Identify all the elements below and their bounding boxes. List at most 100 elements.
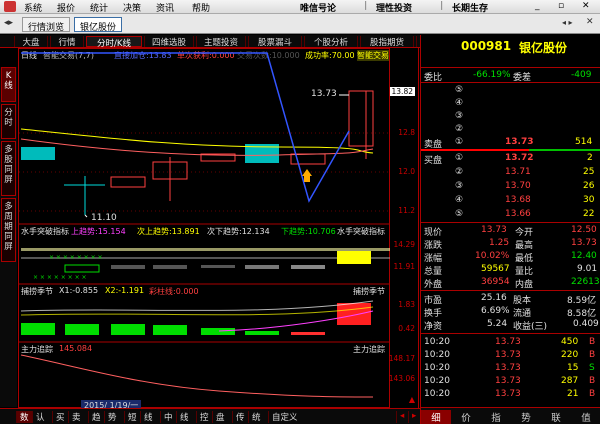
btab-zhong[interactable]: 中	[160, 411, 176, 423]
app-logo-icon	[4, 1, 16, 12]
buy-4-price: 13.68	[505, 195, 531, 205]
ftab-quote[interactable]: 行情	[50, 36, 84, 48]
buy-level-4: ④	[455, 195, 464, 205]
stat-value: 10.02%	[475, 251, 510, 261]
menu-bar: 系统 报价 统计 决策 资讯 帮助 唯信号论 | 理性投资 | 长期生存 _ ▫…	[0, 0, 600, 14]
menu-statistics[interactable]: 统计	[90, 1, 108, 14]
ftab-analysis[interactable]: 个股分析	[304, 36, 358, 48]
ftab-market[interactable]: 大盘	[14, 36, 48, 48]
btab-custom[interactable]: 自定义	[268, 411, 301, 423]
slogan-3: 长期生存	[452, 4, 489, 14]
tick-volume: 15	[567, 363, 579, 373]
scroll-left-icon[interactable]: ◂	[396, 411, 407, 423]
axis-label: 148.17	[388, 354, 415, 363]
sell-level-3: ③	[455, 111, 464, 121]
tick-volume: 21	[567, 389, 579, 399]
menu-help[interactable]: 帮助	[192, 1, 210, 14]
scroll-right-icon[interactable]: ▸	[408, 411, 419, 423]
stat-value: 13.73	[481, 225, 507, 235]
buy-5-price: 13.66	[505, 209, 531, 219]
btn-trend[interactable]: 势	[511, 410, 541, 424]
ftab-funnel[interactable]: 股票漏斗	[248, 36, 302, 48]
indicator-tab-bar: 数 认 买 卖 趋 势 短 线 中 线 控 盘 传 统 自定义 ◂ ▸	[0, 408, 420, 424]
btab-duan[interactable]: 短	[124, 411, 140, 423]
tick-time: 10:20	[424, 389, 450, 399]
kline-chart-area[interactable]: 日线 智能交易(7,7) 直接加仓:13.83 单次获利:0.000 交易次数:…	[18, 48, 391, 411]
buy-3-price: 13.70	[505, 181, 531, 191]
slogan-sep-2: |	[440, 1, 444, 11]
btn-value[interactable]: 值	[571, 410, 600, 424]
stat-label: 净资	[424, 322, 443, 332]
scroll-up-icon[interactable]: ▲	[409, 395, 415, 404]
mainforce-title: 主力追踪	[21, 345, 53, 354]
vtab-intraday[interactable]: 分时	[1, 104, 16, 139]
vtab-kline[interactable]: K线	[1, 67, 16, 102]
buy-1-volume: 2	[587, 153, 593, 163]
menu-decision[interactable]: 决策	[123, 1, 141, 14]
stock-name: 银亿股份	[519, 41, 568, 55]
weicha-value: -409	[571, 70, 592, 80]
minimize-button[interactable]: _	[535, 1, 540, 11]
tab-scroll-icon[interactable]: ◂ ▸	[562, 18, 573, 27]
tick-direction: B	[589, 376, 596, 386]
axis-label: 11.2	[398, 206, 415, 215]
stat-value: 59567	[481, 264, 510, 274]
tab-market-browse[interactable]: 行情浏览	[22, 17, 71, 33]
vtab-multi-stock[interactable]: 多股同屏	[1, 141, 16, 196]
buy-1-price: 13.72	[505, 153, 534, 163]
btn-detail[interactable]: 细	[421, 410, 451, 424]
ftab-kline[interactable]: 分时/K线	[86, 36, 142, 49]
btn-link[interactable]: 联	[541, 410, 571, 424]
tick-direction: B	[589, 389, 596, 399]
season-x1: X1:-0.855	[59, 286, 99, 295]
season-x2: X2:-1.191	[105, 286, 145, 295]
tick-price: 13.73	[495, 389, 521, 399]
ftab-theme[interactable]: 主题投资	[196, 36, 246, 48]
ftab-futures[interactable]: 股指期货	[360, 36, 414, 48]
trend-next-up: 次上趋势:13.891	[137, 227, 200, 236]
tab-close-icon[interactable]: ✕	[586, 17, 594, 27]
stat-value: 13.73	[571, 238, 597, 248]
btab-shi[interactable]: 势	[104, 411, 120, 423]
tick-volume: 287	[561, 376, 579, 386]
btab-xian[interactable]: 线	[140, 411, 156, 423]
slogan-1: 唯信号论	[300, 4, 337, 14]
btn-index[interactable]: 指	[481, 410, 511, 424]
close-button[interactable]: ✕	[582, 1, 590, 11]
menu-quote[interactable]: 报价	[57, 1, 75, 14]
low-pointer	[84, 214, 88, 218]
mainforce-line	[20, 354, 374, 398]
sell-1-volume: 514	[575, 137, 593, 147]
btab-xian2[interactable]: 线	[176, 411, 192, 423]
tab-stock-yinyi[interactable]: 银亿股份	[74, 17, 123, 33]
btab-data[interactable]: 数	[16, 411, 32, 423]
ftab-4d-select[interactable]: 四维选股	[144, 36, 194, 48]
btab-buy[interactable]: 买	[52, 411, 68, 423]
slogan-2: 理性投资	[376, 4, 413, 14]
tick-volume: 220	[561, 350, 579, 360]
tab-nav-icon[interactable]: ◂▸	[4, 18, 13, 28]
tick-direction: B	[589, 350, 596, 360]
stat-value: 9.01	[577, 264, 598, 274]
btab-ren[interactable]: 认	[32, 411, 48, 423]
vtab-multi-period[interactable]: 多周期同屏	[1, 198, 16, 262]
tick-time: 10:20	[424, 376, 450, 386]
stat-label: 外盘	[424, 280, 443, 290]
svg-text:× × × × × ×: × × × × × × × ×	[33, 274, 87, 281]
mainforce-right-title: 主力追踪	[353, 345, 385, 354]
btab-qu[interactable]: 趋	[88, 411, 104, 423]
btab-tong[interactable]: 统	[248, 411, 264, 423]
tick-time: 10:20	[424, 350, 450, 360]
btn-price[interactable]: 价	[451, 410, 481, 424]
buy-4-volume: 30	[583, 195, 595, 205]
menu-news[interactable]: 资讯	[156, 1, 174, 14]
btab-pan[interactable]: 盘	[212, 411, 228, 423]
maximize-button[interactable]: ▫	[558, 1, 564, 11]
quote-panel: 000981 银亿股份 委比 -66.19% 委差 -409 ⑤ ④ ③ ② 卖…	[420, 35, 600, 424]
btab-sell[interactable]: 卖	[68, 411, 84, 423]
stat-value: 12.50	[571, 225, 597, 235]
menu-system[interactable]: 系统	[24, 1, 42, 14]
tick-time: 10:20	[424, 337, 450, 347]
btab-kong[interactable]: 控	[196, 411, 212, 423]
btab-chuan[interactable]: 传	[232, 411, 248, 423]
